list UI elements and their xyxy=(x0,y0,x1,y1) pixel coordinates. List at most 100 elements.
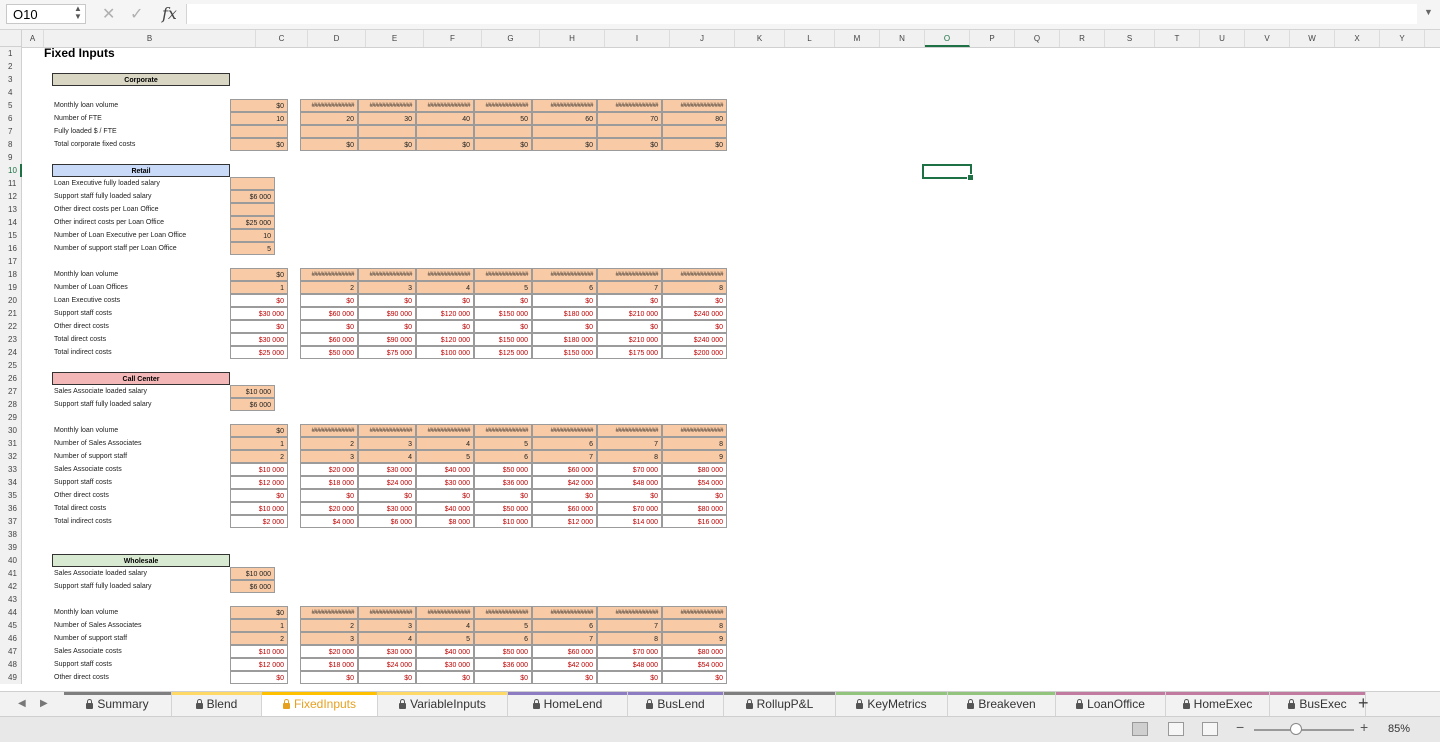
sheet-tab[interactable]: KeyMetrics xyxy=(836,692,948,716)
input-cell[interactable] xyxy=(230,203,275,216)
row-header[interactable]: 6 xyxy=(0,112,22,125)
value-cell[interactable]: $0 xyxy=(532,294,597,307)
value-cell[interactable]: 4 xyxy=(416,437,474,450)
value-cell[interactable]: $0 xyxy=(230,606,288,619)
value-cell[interactable]: $16 000 xyxy=(662,515,727,528)
value-cell[interactable]: $12 000 xyxy=(532,515,597,528)
value-cell[interactable]: 5 xyxy=(416,632,474,645)
value-cell[interactable]: $240 000 xyxy=(662,307,727,320)
cancel-icon[interactable]: ✕ xyxy=(102,4,115,24)
normal-view-icon[interactable] xyxy=(1132,722,1148,736)
value-cell[interactable]: 4 xyxy=(416,619,474,632)
row-header[interactable]: 36 xyxy=(0,502,22,515)
sheet-tab[interactable]: Blend xyxy=(172,692,262,716)
value-cell[interactable]: ############### xyxy=(597,268,662,281)
value-cell[interactable]: $150 000 xyxy=(474,307,532,320)
value-cell[interactable]: $0 xyxy=(230,138,288,151)
value-cell[interactable]: $10 000 xyxy=(230,502,288,515)
column-header[interactable]: I xyxy=(605,30,670,47)
row-header[interactable]: 26 xyxy=(0,372,22,385)
value-cell[interactable]: $54 000 xyxy=(662,658,727,671)
value-cell[interactable]: $0 xyxy=(416,320,474,333)
sheet-tab[interactable]: BusLend xyxy=(628,692,724,716)
value-cell[interactable]: $0 xyxy=(416,489,474,502)
value-cell[interactable]: $4 000 xyxy=(300,515,358,528)
value-cell[interactable]: $18 000 xyxy=(300,476,358,489)
value-cell[interactable]: $150 000 xyxy=(474,333,532,346)
row-header[interactable]: 2 xyxy=(0,60,22,73)
row-header[interactable]: 44 xyxy=(0,606,22,619)
page-break-view-icon[interactable] xyxy=(1202,722,1218,736)
value-cell[interactable]: $60 000 xyxy=(300,333,358,346)
value-cell[interactable]: 6 xyxy=(474,632,532,645)
value-cell[interactable]: ############### xyxy=(300,424,358,437)
value-cell[interactable]: ############### xyxy=(597,606,662,619)
row-header[interactable]: 22 xyxy=(0,320,22,333)
row-header[interactable]: 40 xyxy=(0,554,22,567)
value-cell[interactable]: ############### xyxy=(532,424,597,437)
value-cell[interactable]: 7 xyxy=(597,281,662,294)
value-cell[interactable]: $42 000 xyxy=(532,476,597,489)
row-header[interactable]: 15 xyxy=(0,229,22,242)
value-cell[interactable]: $0 xyxy=(230,424,288,437)
value-cell[interactable]: $24 000 xyxy=(358,476,416,489)
value-cell[interactable]: $0 xyxy=(230,268,288,281)
value-cell[interactable] xyxy=(416,125,474,138)
value-cell[interactable]: $0 xyxy=(300,489,358,502)
value-cell[interactable]: 6 xyxy=(532,619,597,632)
column-header[interactable]: N xyxy=(880,30,925,47)
value-cell[interactable]: $0 xyxy=(230,320,288,333)
value-cell[interactable]: 40 xyxy=(416,112,474,125)
sheet-tab[interactable]: HomeExec xyxy=(1166,692,1270,716)
value-cell[interactable]: ############### xyxy=(597,424,662,437)
input-cell[interactable]: $6 000 xyxy=(230,190,275,203)
value-cell[interactable]: $60 000 xyxy=(532,645,597,658)
value-cell[interactable]: $0 xyxy=(662,489,727,502)
value-cell[interactable]: $0 xyxy=(532,320,597,333)
value-cell[interactable]: 70 xyxy=(597,112,662,125)
column-header[interactable]: M xyxy=(835,30,880,47)
input-cell[interactable] xyxy=(230,177,275,190)
value-cell[interactable]: ############### xyxy=(416,424,474,437)
row-header[interactable]: 3 xyxy=(0,73,22,86)
row-header[interactable]: 4 xyxy=(0,86,22,99)
row-header[interactable]: 45 xyxy=(0,619,22,632)
row-header[interactable]: 25 xyxy=(0,359,22,372)
value-cell[interactable]: 8 xyxy=(662,437,727,450)
row-header[interactable]: 34 xyxy=(0,476,22,489)
value-cell[interactable]: $0 xyxy=(597,671,662,684)
column-header[interactable]: Z xyxy=(1425,30,1440,47)
value-cell[interactable]: $0 xyxy=(474,138,532,151)
confirm-icon[interactable]: ✓ xyxy=(130,4,143,24)
value-cell[interactable]: 4 xyxy=(358,450,416,463)
row-header[interactable]: 20 xyxy=(0,294,22,307)
column-header[interactable]: C xyxy=(256,30,308,47)
row-header[interactable]: 30 xyxy=(0,424,22,437)
value-cell[interactable]: 1 xyxy=(230,437,288,450)
value-cell[interactable]: $175 000 xyxy=(597,346,662,359)
sheet-tab[interactable]: FixedInputs xyxy=(262,692,378,716)
row-header[interactable]: 29 xyxy=(0,411,22,424)
value-cell[interactable] xyxy=(474,125,532,138)
column-header[interactable]: K xyxy=(735,30,785,47)
value-cell[interactable]: $0 xyxy=(300,320,358,333)
row-header[interactable]: 23 xyxy=(0,333,22,346)
sheet-tab[interactable]: Breakeven xyxy=(948,692,1056,716)
value-cell[interactable]: 30 xyxy=(358,112,416,125)
zoom-in-button[interactable]: + xyxy=(1360,719,1368,735)
column-header[interactable]: W xyxy=(1290,30,1335,47)
value-cell[interactable]: $0 xyxy=(230,489,288,502)
value-cell[interactable]: $36 000 xyxy=(474,476,532,489)
column-header[interactable]: R xyxy=(1060,30,1105,47)
value-cell[interactable]: $0 xyxy=(300,671,358,684)
value-cell[interactable]: $10 000 xyxy=(230,463,288,476)
value-cell[interactable] xyxy=(662,125,727,138)
value-cell[interactable]: ############### xyxy=(358,424,416,437)
row-header[interactable]: 10 xyxy=(0,164,22,177)
column-header[interactable]: Q xyxy=(1015,30,1060,47)
value-cell[interactable]: $0 xyxy=(597,138,662,151)
row-header[interactable]: 33 xyxy=(0,463,22,476)
value-cell[interactable]: ############### xyxy=(597,99,662,112)
value-cell[interactable]: $10 000 xyxy=(230,645,288,658)
row-header[interactable]: 35 xyxy=(0,489,22,502)
